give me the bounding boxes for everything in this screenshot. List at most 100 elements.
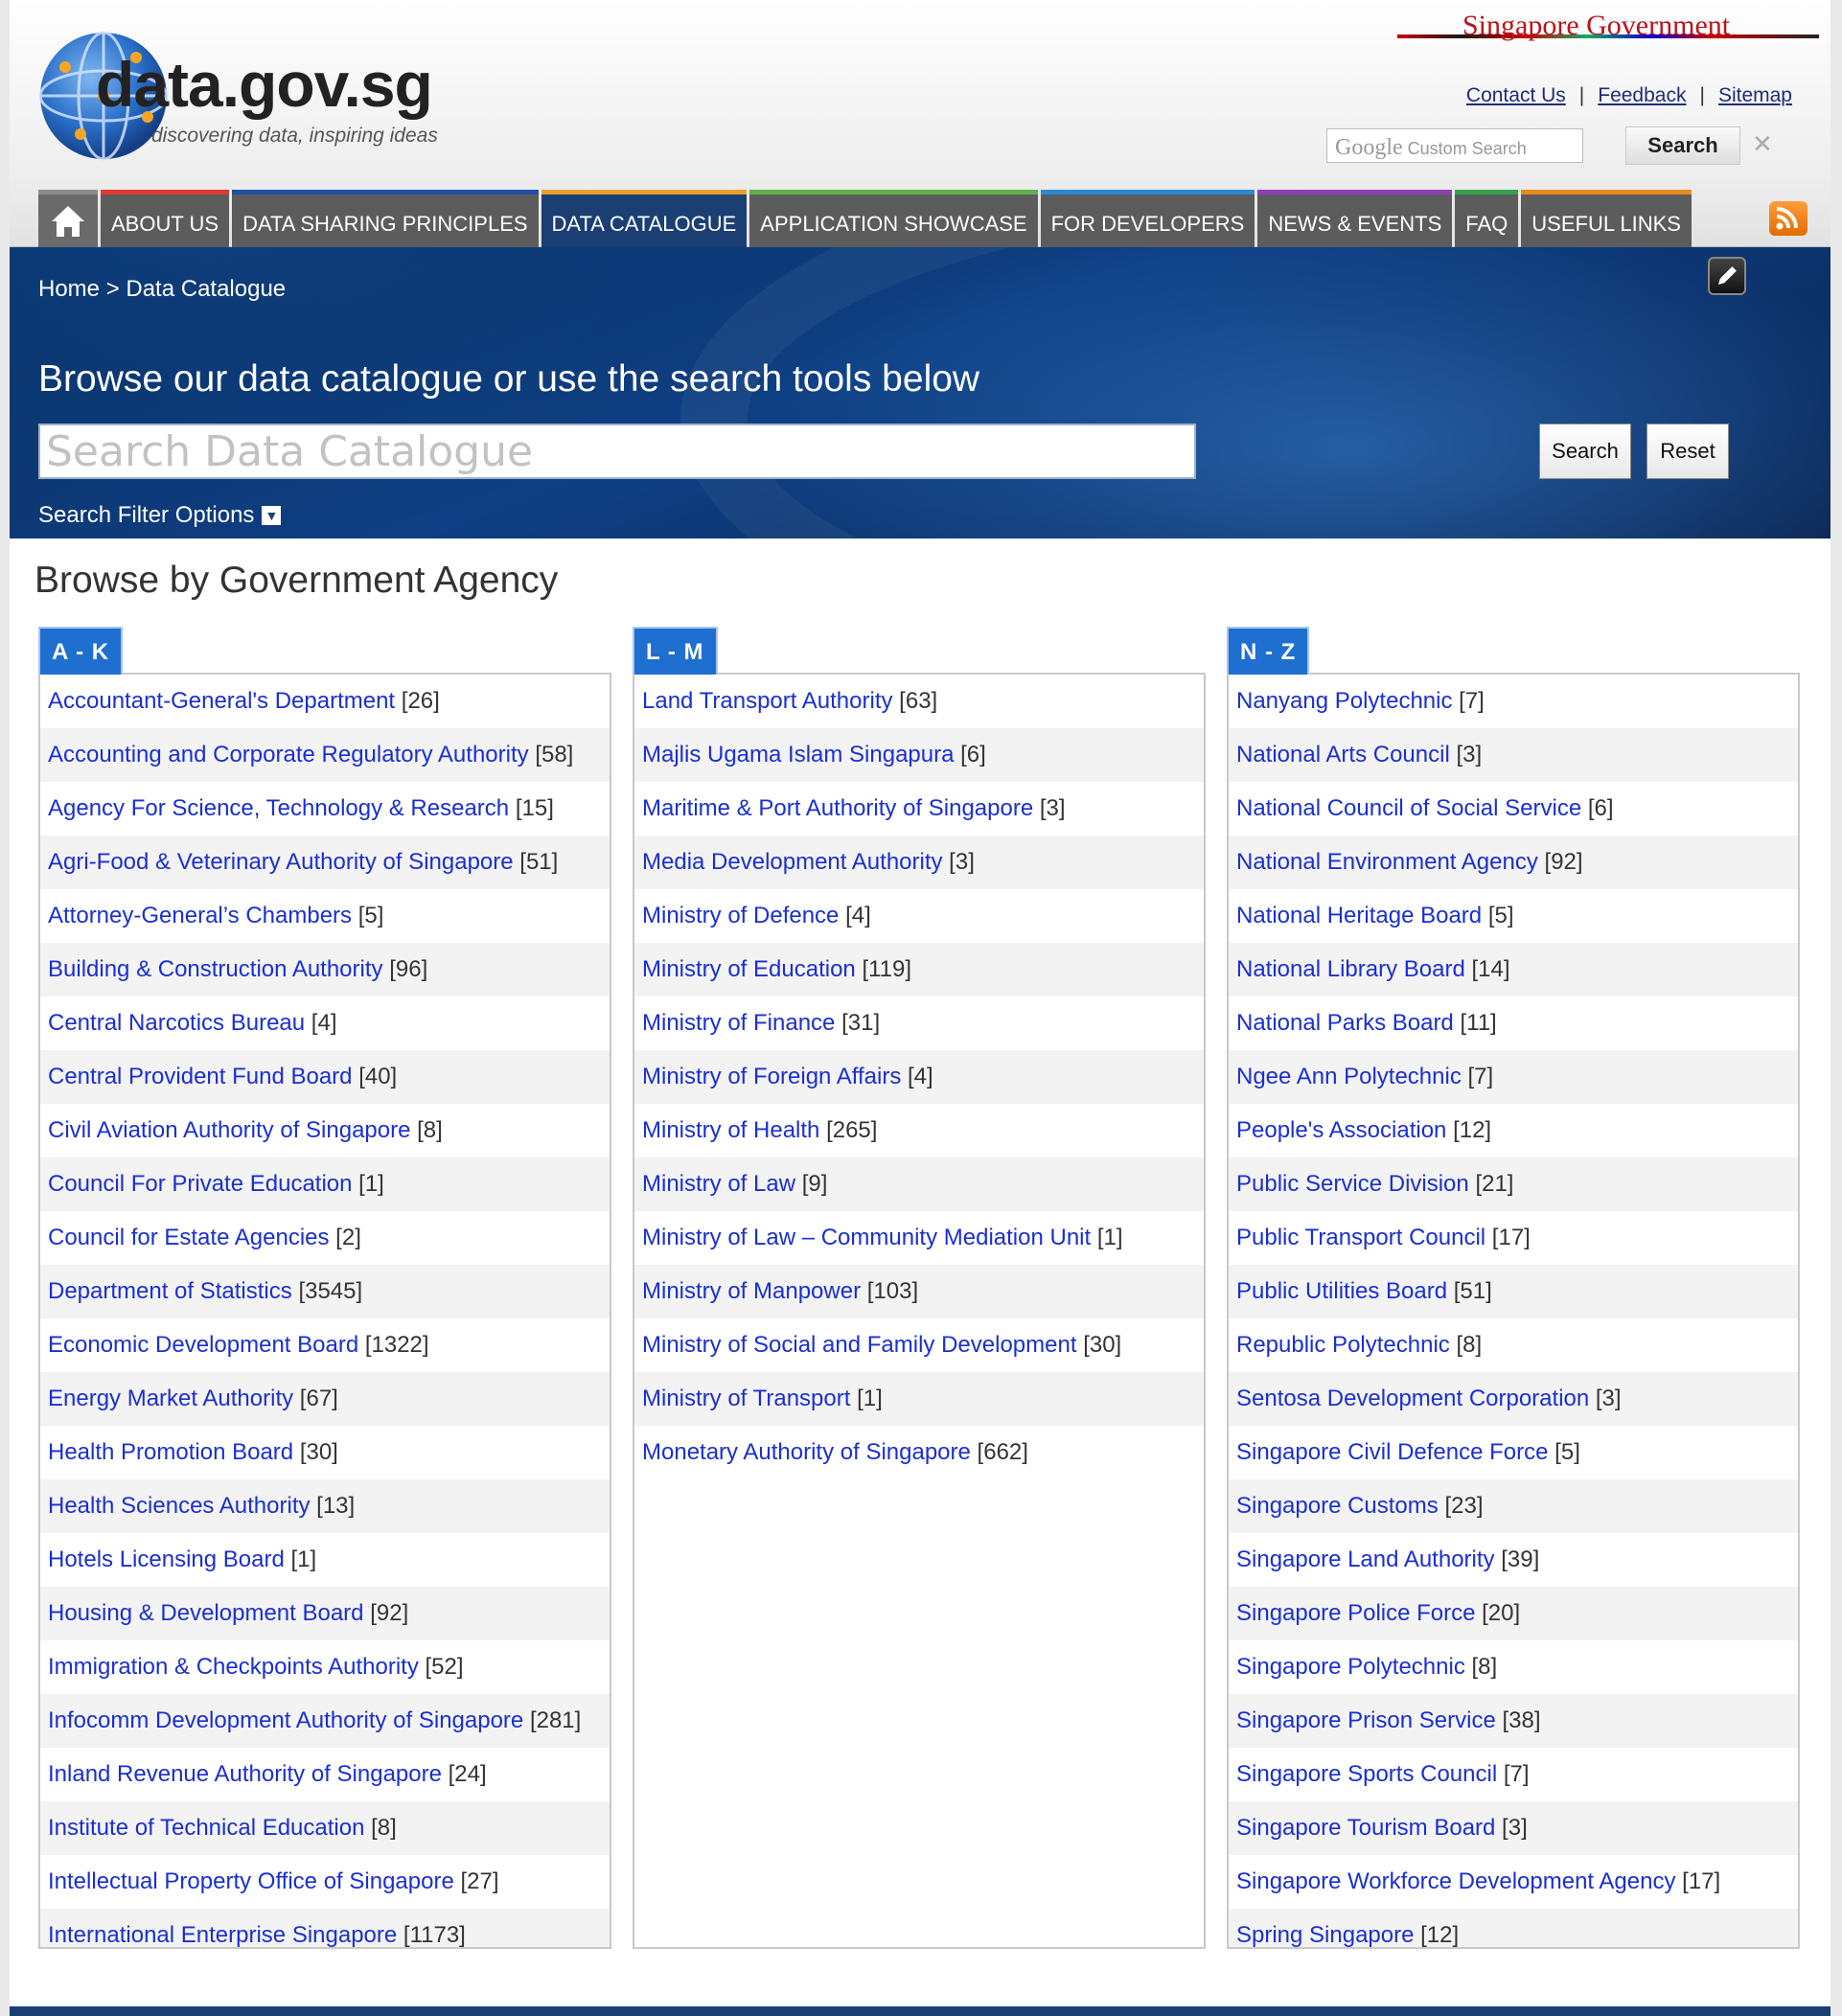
agency-link[interactable]: Singapore Workforce Development Agency (1236, 1868, 1675, 1894)
agency-link[interactable]: Ministry of Law (642, 1171, 795, 1197)
agency-list[interactable]: Accountant-General's Department [26] Acco… (38, 673, 611, 1949)
agency-link[interactable]: Ministry of Law – Community Mediation Un… (642, 1225, 1091, 1250)
agency-link[interactable]: Accounting and Corporate Regulatory Auth… (48, 742, 529, 767)
catalogue-search-input[interactable] (38, 424, 1196, 479)
breadcrumb[interactable]: Home > Data Catalogue (38, 276, 286, 303)
site-search-button[interactable]: Search (1625, 126, 1740, 165)
agency-link[interactable]: Sentosa Development Corporation (1236, 1386, 1589, 1411)
agency-link[interactable]: National Heritage Board (1236, 903, 1482, 928)
agency-link[interactable]: Central Provident Fund Board (48, 1064, 353, 1089)
rss-icon[interactable] (1769, 201, 1807, 236)
breadcrumb-text[interactable]: Home > Data Catalogue (38, 276, 286, 302)
agency-link[interactable]: Intellectual Property Office of Singapor… (48, 1868, 454, 1894)
nav-application-showcase[interactable]: APPLICATION SHOWCASE (749, 190, 1038, 247)
agency-link[interactable]: Singapore Polytechnic (1236, 1654, 1465, 1680)
agency-link[interactable]: Nanyang Polytechnic (1236, 688, 1452, 714)
agency-link[interactable]: Ministry of Transport (642, 1386, 850, 1411)
agency-link[interactable]: Council for Estate Agencies (48, 1225, 330, 1250)
agency-link[interactable]: Housing & Development Board (48, 1600, 364, 1626)
google-custom-search-input[interactable]: Google Custom Search (1326, 128, 1583, 163)
agency-link[interactable]: Council For Private Education (48, 1171, 352, 1197)
site-logo[interactable]: data.gov.sg discovering data, inspiring … (36, 29, 458, 163)
column-tab[interactable]: N - Z (1227, 627, 1310, 675)
nav-home[interactable] (38, 190, 98, 247)
agency-link[interactable]: Republic Polytechnic (1236, 1332, 1450, 1358)
column-tab[interactable]: A - K (38, 627, 124, 675)
agency-link[interactable]: Ministry of Education (642, 956, 856, 982)
agency-link[interactable]: Immigration & Checkpoints Authority (48, 1654, 419, 1680)
agency-link[interactable]: Building & Construction Authority (48, 956, 383, 982)
agency-link[interactable]: National Council of Social Service (1236, 795, 1581, 821)
agency-link[interactable]: Public Transport Council (1236, 1225, 1485, 1250)
column-tab[interactable]: L - M (633, 627, 718, 675)
agency-link[interactable]: Singapore Tourism Board (1236, 1815, 1495, 1841)
agency-link[interactable]: Singapore Sports Council (1236, 1761, 1497, 1787)
agency-link[interactable]: Inland Revenue Authority of Singapore (48, 1761, 442, 1787)
agency-link[interactable]: Health Promotion Board (48, 1439, 293, 1465)
catalogue-search-button[interactable]: Search (1539, 424, 1631, 479)
singapore-government-logo[interactable]: Singapore Government (1397, 15, 1819, 44)
agency-row: Public Service Division [21] (1229, 1157, 1798, 1211)
nav-data-sharing-principles[interactable]: DATA SHARING PRINCIPLES (232, 190, 539, 247)
contact-us-link[interactable]: Contact Us (1466, 84, 1566, 107)
agency-link[interactable]: Ministry of Social and Family Developmen… (642, 1332, 1077, 1358)
agency-link[interactable]: National Library Board (1236, 956, 1465, 982)
nav-about-us[interactable]: ABOUT US (101, 190, 230, 247)
agency-row: Agency For Science, Technology & Researc… (40, 782, 610, 836)
agency-link[interactable]: Ministry of Health (642, 1117, 819, 1143)
nav-faq[interactable]: FAQ (1455, 190, 1519, 247)
agency-link[interactable]: Hotels Licensing Board (48, 1546, 285, 1572)
agency-link[interactable]: Ministry of Foreign Affairs (642, 1064, 901, 1089)
agency-link[interactable]: Spring Singapore (1236, 1922, 1414, 1947)
agency-link[interactable]: Department of Statistics (48, 1278, 292, 1304)
agency-link[interactable]: Public Utilities Board (1236, 1278, 1447, 1304)
agency-link[interactable]: Health Sciences Authority (48, 1493, 310, 1519)
nav-for-developers[interactable]: FOR DEVELOPERS (1040, 190, 1255, 247)
agency-link[interactable]: Monetary Authority of Singapore (642, 1439, 971, 1465)
separator: | (1699, 84, 1705, 106)
agency-link[interactable]: Ngee Ann Polytechnic (1236, 1064, 1462, 1089)
agency-list[interactable]: Land Transport Authority [63] Majlis Ugam… (633, 673, 1206, 1949)
close-icon[interactable]: ✕ (1752, 128, 1773, 159)
agency-link[interactable]: Ministry of Finance (642, 1010, 835, 1036)
agency-link[interactable]: Energy Market Authority (48, 1386, 293, 1411)
nav-news-events[interactable]: NEWS & EVENTS (1257, 190, 1453, 247)
nav-data-catalogue[interactable]: DATA CATALOGUE (541, 190, 748, 247)
agency-list[interactable]: Nanyang Polytechnic [7] National Arts Cou… (1227, 673, 1800, 1949)
agency-link[interactable]: International Enterprise Singapore (48, 1922, 397, 1947)
agency-link[interactable]: National Parks Board (1236, 1010, 1454, 1036)
feedback-link[interactable]: Feedback (1598, 84, 1686, 107)
nav-useful-links[interactable]: USEFUL LINKS (1521, 190, 1692, 247)
agency-link[interactable]: Institute of Technical Education (48, 1815, 364, 1841)
agency-link[interactable]: Singapore Civil Defence Force (1236, 1439, 1549, 1465)
agency-link[interactable]: Central Narcotics Bureau (48, 1010, 305, 1036)
agency-link[interactable]: National Environment Agency (1236, 849, 1538, 875)
agency-link[interactable]: Ministry of Manpower (642, 1278, 861, 1304)
agency-link[interactable]: People's Association (1236, 1117, 1446, 1143)
agency-link[interactable]: Majlis Ugama Islam Singapura (642, 742, 954, 767)
agency-link[interactable]: Accountant-General's Department (48, 688, 395, 714)
agency-link[interactable]: Media Development Authority (642, 849, 943, 875)
main-nav: ABOUT US DATA SHARING PRINCIPLES DATA CA… (38, 190, 1692, 247)
agency-link[interactable]: Ministry of Defence (642, 903, 839, 928)
agency-link[interactable]: Agency For Science, Technology & Researc… (48, 795, 509, 821)
edit-pencil-icon[interactable] (1708, 257, 1746, 295)
agency-link[interactable]: Economic Development Board (48, 1332, 358, 1358)
google-brand: Google (1335, 135, 1403, 160)
agency-link[interactable]: Singapore Police Force (1236, 1600, 1475, 1626)
agency-row: Ministry of Defence [4] (634, 889, 1204, 943)
sitemap-link[interactable]: Sitemap (1718, 84, 1792, 107)
agency-link[interactable]: Singapore Prison Service (1236, 1707, 1496, 1733)
agency-link[interactable]: Maritime & Port Authority of Singapore (642, 795, 1033, 821)
agency-link[interactable]: Civil Aviation Authority of Singapore (48, 1117, 410, 1143)
agency-link[interactable]: Public Service Division (1236, 1171, 1469, 1197)
search-filter-options-toggle[interactable]: Search Filter Options ▼ (38, 502, 282, 529)
agency-link[interactable]: Agri-Food & Veterinary Authority of Sing… (48, 849, 514, 875)
agency-link[interactable]: Attorney-General’s Chambers (48, 903, 352, 928)
agency-link[interactable]: Land Transport Authority (642, 688, 893, 714)
catalogue-reset-button[interactable]: Reset (1646, 424, 1729, 479)
agency-link[interactable]: Infocomm Development Authority of Singap… (48, 1707, 523, 1733)
agency-link[interactable]: National Arts Council (1236, 742, 1450, 767)
agency-link[interactable]: Singapore Land Authority (1236, 1546, 1495, 1572)
agency-link[interactable]: Singapore Customs (1236, 1493, 1439, 1519)
